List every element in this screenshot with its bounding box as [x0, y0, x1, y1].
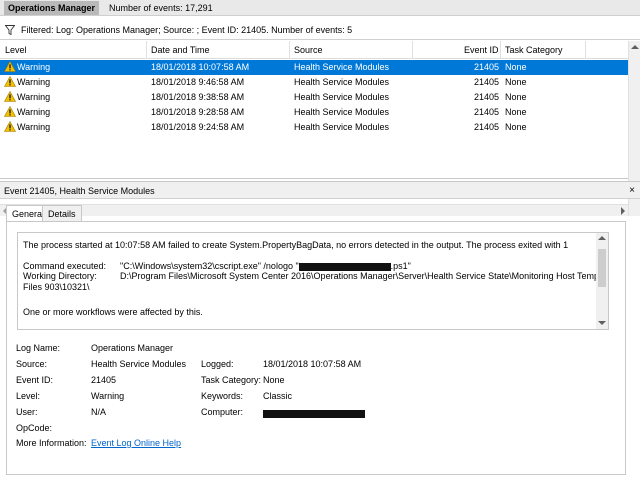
- events-grid: Level Date and Time Source Event ID Task…: [0, 41, 640, 216]
- row-level: Warning: [17, 77, 51, 87]
- column-header-task-category[interactable]: Task Category: [505, 45, 563, 55]
- task-category-label: Task Category:: [201, 375, 262, 385]
- row-event-id: 21405: [474, 107, 500, 117]
- table-row[interactable]: Warning 18/01/2018 9:38:58 AM Health Ser…: [0, 90, 628, 105]
- grid-horizontal-scrollbar[interactable]: [0, 204, 628, 216]
- row-category: None: [505, 77, 527, 87]
- opcode-label: OpCode:: [16, 423, 53, 433]
- row-level: Warning: [17, 62, 51, 72]
- event-id-value: 21405: [91, 375, 117, 385]
- column-separator[interactable]: [585, 41, 586, 59]
- filter-bar: Filtered: Log: Operations Manager; Sourc…: [0, 20, 640, 40]
- log-name-label: Log Name:: [16, 343, 61, 353]
- title-bar: Operations Manager Number of events: 17,…: [0, 0, 640, 16]
- row-category: None: [505, 62, 527, 72]
- table-row[interactable]: Warning 18/01/2018 9:46:58 AM Health Ser…: [0, 75, 628, 90]
- source-label: Source:: [16, 359, 48, 369]
- user-value: N/A: [91, 407, 107, 417]
- close-icon[interactable]: ×: [629, 185, 635, 196]
- more-information-label: More Information:: [16, 438, 87, 448]
- column-separator[interactable]: [146, 41, 147, 59]
- logged-label: Logged:: [201, 359, 234, 369]
- redacted-block: [263, 409, 365, 418]
- row-event-id: 21405: [474, 62, 500, 72]
- event-id-label: Event ID:: [16, 375, 54, 385]
- column-separator[interactable]: [500, 41, 501, 59]
- user-label: User:: [16, 407, 38, 417]
- row-source: Health Service Modules: [294, 77, 390, 87]
- keywords-value: Classic: [263, 391, 293, 401]
- row-source: Health Service Modules: [294, 122, 390, 132]
- column-header-event-id[interactable]: Event ID: [464, 45, 499, 55]
- table-row[interactable]: Warning 18/01/2018 9:28:58 AM Health Ser…: [0, 105, 628, 120]
- task-category-value: None: [263, 375, 285, 385]
- column-separator[interactable]: [412, 41, 413, 59]
- log-name-value: Operations Manager: [91, 343, 174, 353]
- row-category: None: [505, 92, 527, 102]
- warning-icon: [4, 121, 16, 132]
- row-level: Warning: [17, 92, 51, 102]
- row-event-id: 21405: [474, 122, 500, 132]
- filter-icon: [5, 24, 15, 35]
- level-value: Warning: [91, 391, 125, 401]
- row-source: Health Service Modules: [294, 107, 390, 117]
- event-detail-title: Event 21405, Health Service Modules: [4, 186, 155, 196]
- warning-icon: [4, 76, 16, 87]
- row-datetime: 18/01/2018 9:28:58 AM: [151, 107, 245, 117]
- row-event-id: 21405: [474, 77, 500, 87]
- warning-icon: [4, 91, 16, 102]
- row-source: Health Service Modules: [294, 92, 390, 102]
- app-title: Operations Manager: [4, 0, 100, 15]
- column-header-source[interactable]: Source: [294, 45, 323, 55]
- event-detail-header: Event 21405, Health Service Modules ×: [0, 181, 640, 199]
- event-log-online-help-link[interactable]: Event Log Online Help: [91, 438, 181, 448]
- scroll-up-icon[interactable]: [631, 45, 639, 49]
- table-row[interactable]: Warning 18/01/2018 9:24:58 AM Health Ser…: [0, 120, 628, 135]
- keywords-label: Keywords:: [201, 391, 244, 401]
- row-datetime: 18/01/2018 9:38:58 AM: [151, 92, 245, 102]
- column-header-level[interactable]: Level: [5, 45, 27, 55]
- general-tab-panel: The process started at 10:07:58 AM faile…: [6, 221, 626, 475]
- row-datetime: 18/01/2018 9:46:58 AM: [151, 77, 245, 87]
- row-source: Health Service Modules: [294, 62, 390, 72]
- logged-value: 18/01/2018 10:07:58 AM: [263, 359, 362, 369]
- computer-value-redacted: [263, 408, 365, 418]
- events-count: Number of events: 17,291: [109, 2, 213, 13]
- row-event-id: 21405: [474, 92, 500, 102]
- filter-description: Filtered: Log: Operations Manager; Sourc…: [21, 24, 353, 35]
- source-value: Health Service Modules: [91, 359, 187, 369]
- grid-header: Level Date and Time Source Event ID Task…: [0, 41, 628, 59]
- event-properties: Log Name: Operations Manager Source: Hea…: [7, 222, 625, 474]
- row-category: None: [505, 122, 527, 132]
- row-level: Warning: [17, 107, 51, 117]
- scroll-right-icon[interactable]: [621, 207, 625, 215]
- table-row[interactable]: Warning 18/01/2018 10:07:58 AM Health Se…: [0, 60, 628, 75]
- row-category: None: [505, 107, 527, 117]
- warning-icon: [4, 106, 16, 117]
- warning-icon: [4, 61, 16, 72]
- column-separator[interactable]: [289, 41, 290, 59]
- column-header-date[interactable]: Date and Time: [151, 45, 210, 55]
- level-label: Level:: [16, 391, 41, 401]
- row-level: Warning: [17, 122, 51, 132]
- row-datetime: 18/01/2018 10:07:58 AM: [151, 62, 250, 72]
- row-datetime: 18/01/2018 9:24:58 AM: [151, 122, 245, 132]
- tab-details[interactable]: Details: [42, 205, 82, 221]
- computer-label: Computer:: [201, 407, 244, 417]
